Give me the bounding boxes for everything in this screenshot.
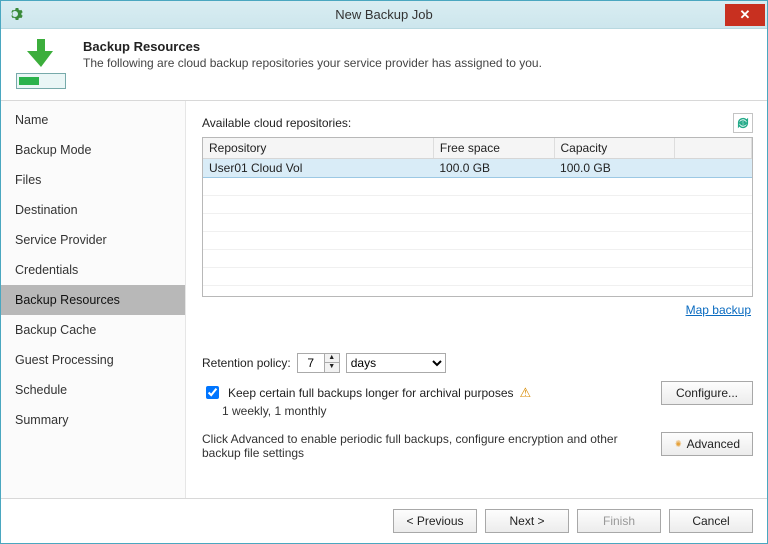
table-row[interactable] <box>203 268 752 286</box>
advanced-hint: Click Advanced to enable periodic full b… <box>202 432 651 460</box>
refresh-button[interactable] <box>733 113 753 133</box>
keep-fulls-summary: 1 weekly, 1 monthly <box>222 404 651 418</box>
keep-fulls-checkbox[interactable] <box>206 386 219 399</box>
page-subtitle: The following are cloud backup repositor… <box>83 56 755 70</box>
retention-value-spinner[interactable]: ▲ ▼ <box>297 353 340 373</box>
table-row[interactable] <box>203 196 752 214</box>
col-capacity[interactable]: Capacity <box>554 138 675 159</box>
step-backup-cache[interactable]: Backup Cache <box>1 315 185 345</box>
disk-icon <box>16 73 66 89</box>
step-backup-mode[interactable]: Backup Mode <box>1 135 185 165</box>
next-button[interactable]: Next > <box>485 509 569 533</box>
cell-free-space: 100.0 GB <box>433 159 554 178</box>
close-icon: ✕ <box>740 7 751 23</box>
retention-label: Retention policy: <box>202 356 291 370</box>
retention-value-input[interactable] <box>298 354 324 372</box>
step-backup-resources[interactable]: Backup Resources <box>1 285 185 315</box>
retention-unit-select[interactable]: days <box>346 353 446 373</box>
wizard-footer: < Previous Next > Finish Cancel <box>1 498 767 543</box>
table-row[interactable] <box>203 214 752 232</box>
spinner-up[interactable]: ▲ <box>325 354 339 363</box>
step-schedule[interactable]: Schedule <box>1 375 185 405</box>
wizard-steps-sidebar: Name Backup Mode Files Destination Servi… <box>1 101 186 498</box>
step-service-provider[interactable]: Service Provider <box>1 225 185 255</box>
step-guest-processing[interactable]: Guest Processing <box>1 345 185 375</box>
repositories-table[interactable]: Repository Free space Capacity User01 Cl… <box>202 137 753 297</box>
configure-button[interactable]: Configure... <box>661 381 753 405</box>
step-summary[interactable]: Summary <box>1 405 185 435</box>
gear-icon <box>7 5 27 25</box>
map-backup-link[interactable]: Map backup <box>686 303 751 317</box>
refresh-icon <box>736 116 750 130</box>
spinner-down[interactable]: ▼ <box>325 363 339 372</box>
page-title: Backup Resources <box>83 39 755 54</box>
close-button[interactable]: ✕ <box>725 4 765 26</box>
wizard-icon <box>13 37 69 89</box>
finish-button: Finish <box>577 509 661 533</box>
table-row[interactable] <box>203 178 752 196</box>
repos-label: Available cloud repositories: <box>202 116 733 130</box>
step-files[interactable]: Files <box>1 165 185 195</box>
col-empty <box>675 138 752 159</box>
dialog-window: New Backup Job ✕ Backup Resources The fo… <box>0 0 768 544</box>
table-header-row: Repository Free space Capacity <box>203 138 752 159</box>
main-panel: Available cloud repositories: Repository… <box>186 101 767 498</box>
cell-repository: User01 Cloud Vol <box>203 159 433 178</box>
wizard-header: Backup Resources The following are cloud… <box>1 29 767 101</box>
cell-capacity: 100.0 GB <box>554 159 675 178</box>
arrow-down-icon <box>23 39 59 67</box>
gear-icon <box>674 437 683 451</box>
table-row[interactable]: User01 Cloud Vol 100.0 GB 100.0 GB <box>203 159 752 178</box>
step-destination[interactable]: Destination <box>1 195 185 225</box>
table-row[interactable] <box>203 250 752 268</box>
table-row[interactable] <box>203 232 752 250</box>
warning-icon: ⚠ <box>520 385 532 401</box>
advanced-button[interactable]: Advanced <box>661 432 753 456</box>
window-title: New Backup Job <box>1 7 767 22</box>
step-credentials[interactable]: Credentials <box>1 255 185 285</box>
col-repository[interactable]: Repository <box>203 138 433 159</box>
title-bar: New Backup Job ✕ <box>1 1 767 29</box>
col-free-space[interactable]: Free space <box>433 138 554 159</box>
previous-button[interactable]: < Previous <box>393 509 477 533</box>
keep-fulls-label: Keep certain full backups longer for arc… <box>228 386 514 400</box>
step-name[interactable]: Name <box>1 105 185 135</box>
cancel-button[interactable]: Cancel <box>669 509 753 533</box>
